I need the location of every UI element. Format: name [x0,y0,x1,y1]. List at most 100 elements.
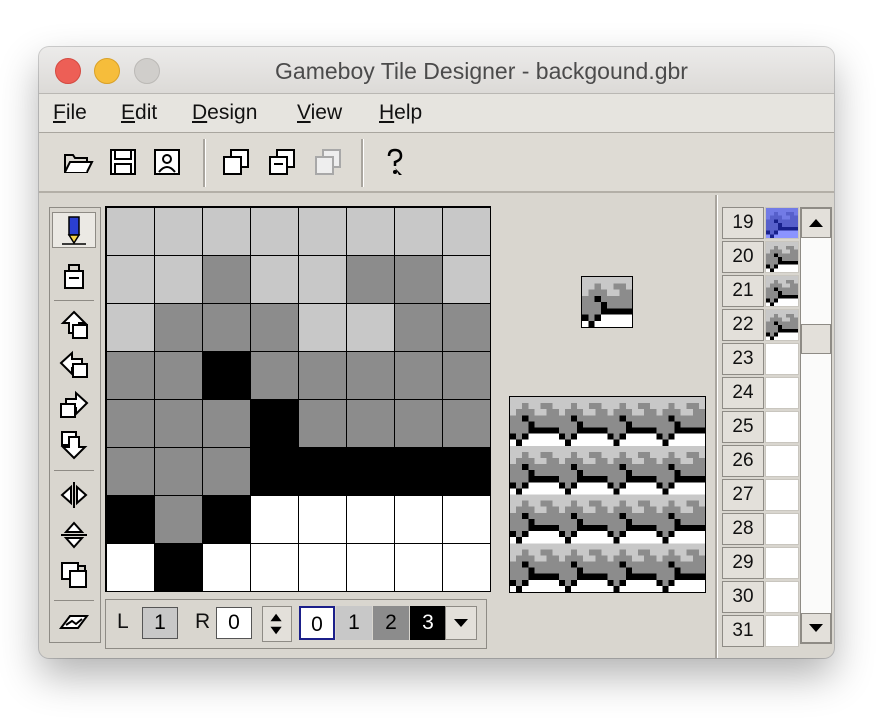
tile-number[interactable]: 29 [722,547,764,579]
tile-pixel[interactable] [154,543,203,592]
tile-pixel[interactable] [298,399,347,448]
tile-pixel[interactable] [250,447,299,496]
tile-thumbnail[interactable] [765,309,799,341]
tile-list-item[interactable]: 21 [722,275,802,309]
tile-pixel[interactable] [394,255,443,304]
tile-pixel[interactable] [394,303,443,352]
tile-pixel[interactable] [106,543,155,592]
tile-pixel[interactable] [106,255,155,304]
tile-pixel[interactable] [202,495,251,544]
tile-pixel[interactable] [442,255,491,304]
tile-thumbnail[interactable] [765,275,799,307]
tile-number[interactable]: 19 [722,207,764,239]
tile-pixel[interactable] [394,447,443,496]
palette-color-0[interactable]: 0 [299,606,335,640]
tile-thumbnail[interactable] [765,445,799,477]
tile-pixel[interactable] [106,399,155,448]
tile-pixel[interactable] [298,495,347,544]
tile-pixel[interactable] [298,255,347,304]
tile-pixel[interactable] [154,447,203,496]
scroll-thumb[interactable] [801,324,831,354]
flip-horizontal-tool[interactable] [52,477,96,513]
tile-list-item[interactable]: 20 [722,241,802,275]
copy-button[interactable] [219,145,253,179]
menu-edit[interactable]: Edit [121,101,157,125]
flip-vertical-tool[interactable] [52,517,96,553]
tile-pixel[interactable] [106,351,155,400]
tile-pixel[interactable] [394,495,443,544]
tile-list-item[interactable]: 27 [722,479,802,513]
save-button[interactable] [106,145,140,179]
menu-file[interactable]: File [53,101,87,125]
tile-number[interactable]: 31 [722,615,764,647]
tile-list-item[interactable]: 24 [722,377,802,411]
tile-pixel[interactable] [250,351,299,400]
tile-pixel[interactable] [394,399,443,448]
tile-number[interactable]: 25 [722,411,764,443]
tile-pixel[interactable] [250,207,299,256]
open-button[interactable] [61,145,95,179]
color-spinner[interactable] [262,606,292,642]
tile-pixel[interactable] [202,399,251,448]
tile-number[interactable]: 22 [722,309,764,341]
tile-thumbnail[interactable] [765,343,799,375]
left-button-color[interactable]: 1 [142,607,178,639]
tile-number[interactable]: 20 [722,241,764,273]
tile-pixel[interactable] [106,495,155,544]
tile-list-item[interactable]: 19 [722,207,802,241]
tile-pixel[interactable] [394,543,443,592]
tile-thumbnail[interactable] [765,411,799,443]
pencil-tool[interactable] [52,212,96,248]
tile-list-scrollbar[interactable] [800,207,832,644]
tile-pixel[interactable] [346,447,395,496]
tile-pixel[interactable] [442,543,491,592]
tile-pixel[interactable] [298,303,347,352]
tile-thumbnail[interactable] [765,615,799,647]
tile-pixel[interactable] [298,447,347,496]
tile-pixel[interactable] [154,399,203,448]
tile-pixel[interactable] [106,303,155,352]
tile-number[interactable]: 23 [722,343,764,375]
tile-pixel[interactable] [154,351,203,400]
tile-pixel[interactable] [298,207,347,256]
tile-pixel[interactable] [154,207,203,256]
tile-list-item[interactable]: 31 [722,615,802,649]
tile-pixel[interactable] [346,543,395,592]
tile-list-item[interactable]: 26 [722,445,802,479]
tile-pixel[interactable] [346,255,395,304]
tile-list-item[interactable]: 28 [722,513,802,547]
tile-pixel[interactable] [202,447,251,496]
tile-pixel[interactable] [202,207,251,256]
tile-number[interactable]: 24 [722,377,764,409]
auto-update-tool[interactable] [52,604,96,640]
palette-dropdown-button[interactable] [445,606,477,640]
tile-pixel[interactable] [298,351,347,400]
tile-number[interactable]: 30 [722,581,764,613]
menu-help[interactable]: Help [379,101,422,125]
palette-color-1[interactable]: 1 [336,606,372,640]
paste-special-button[interactable] [311,145,345,179]
tile-list-item[interactable]: 30 [722,581,802,615]
tile-thumbnail[interactable] [765,241,799,273]
tile-pixel[interactable] [346,399,395,448]
tile-pixel[interactable] [202,351,251,400]
tile-editor-grid[interactable] [105,206,491,592]
rotate-tool[interactable] [52,557,96,593]
scroll-up-tool[interactable] [52,307,96,343]
tile-pixel[interactable] [346,303,395,352]
tile-pixel[interactable] [106,207,155,256]
tile-number[interactable]: 28 [722,513,764,545]
tile-pixel[interactable] [250,543,299,592]
tile-pixel[interactable] [202,255,251,304]
tile-pixel[interactable] [394,207,443,256]
tile-thumbnail[interactable] [765,377,799,409]
tile-number[interactable]: 27 [722,479,764,511]
help-button[interactable] [378,145,412,179]
tile-list-item[interactable]: 25 [722,411,802,445]
tile-pixel[interactable] [346,351,395,400]
tile-pixel[interactable] [298,543,347,592]
save-as-button[interactable] [150,145,184,179]
tile-pixel[interactable] [250,399,299,448]
palette-color-3[interactable]: 3 [410,606,446,640]
scroll-up-button[interactable] [801,208,831,238]
